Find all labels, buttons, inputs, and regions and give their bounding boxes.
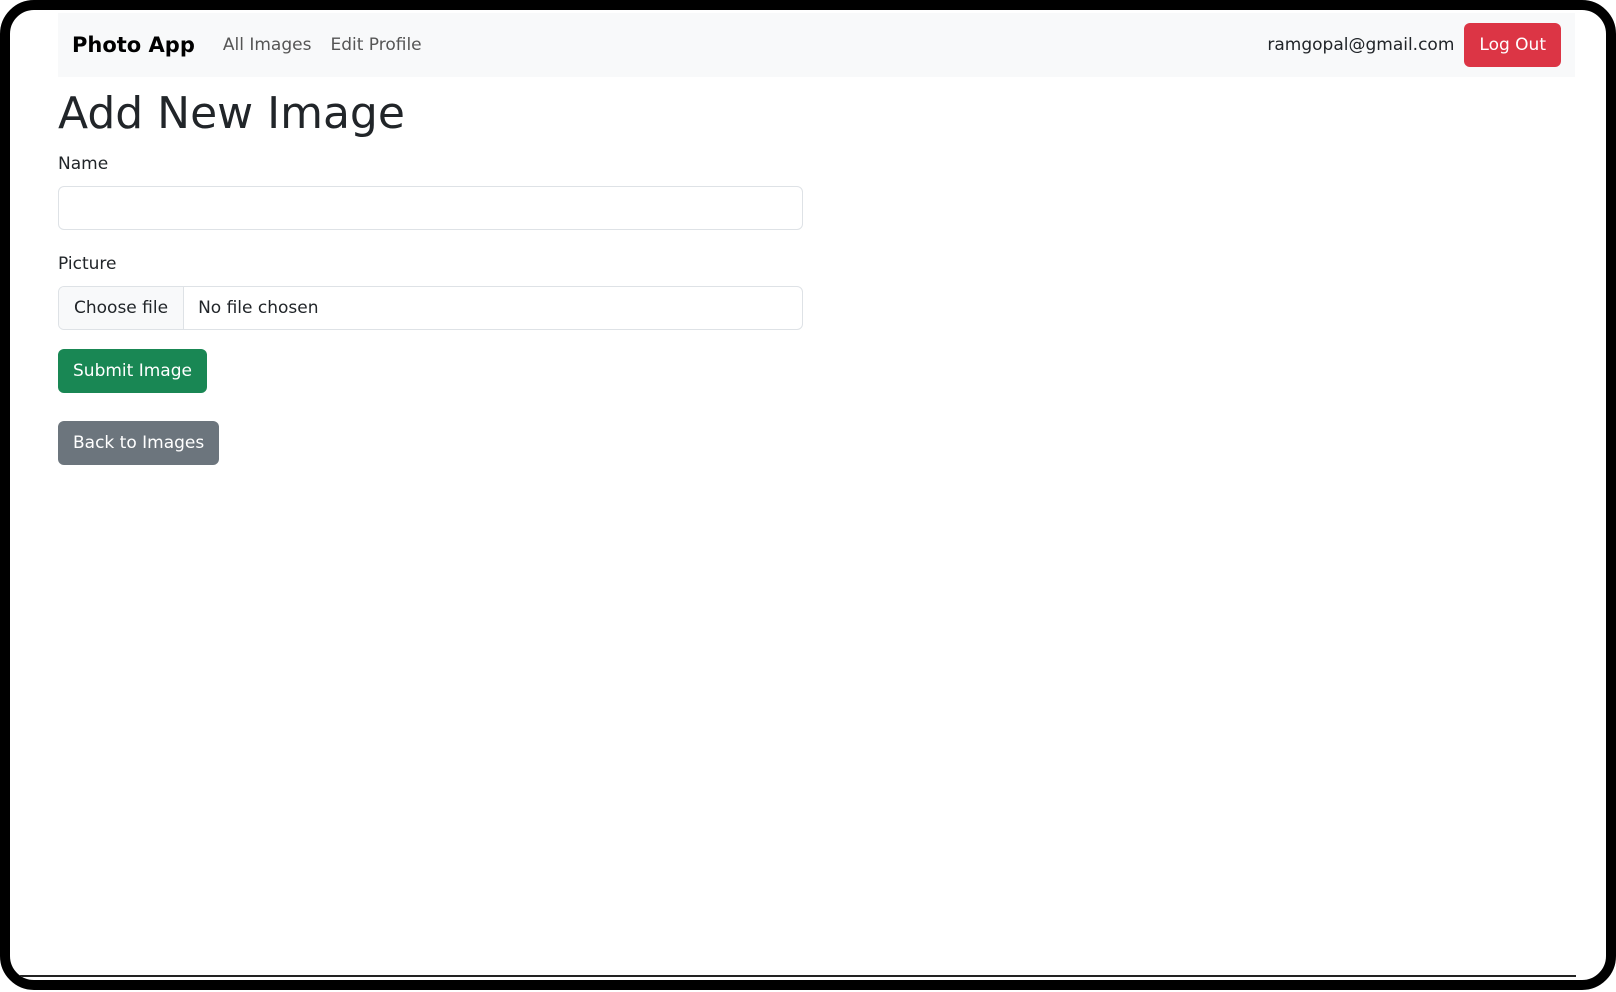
brand-link[interactable]: Photo App [72, 33, 195, 57]
name-label: Name [58, 154, 109, 174]
logout-button[interactable]: Log Out [1464, 23, 1561, 67]
user-email: ramgopal@gmail.com [1267, 35, 1455, 55]
submit-image-button[interactable]: Submit Image [58, 349, 207, 393]
picture-label: Picture [58, 254, 117, 274]
choose-file-button[interactable]: Choose file [59, 287, 185, 329]
name-input[interactable] [58, 186, 803, 230]
nav-link-edit-profile[interactable]: Edit Profile [330, 35, 421, 55]
window-frame: Photo App All Images Edit Profile ramgop… [0, 0, 1616, 990]
file-status: No file chosen [198, 298, 319, 318]
main-content: Add New Image Name Picture Choose file N… [58, 88, 803, 465]
divider [20, 975, 1576, 977]
nav-link-all-images[interactable]: All Images [223, 35, 312, 55]
picture-file-input[interactable]: Choose file No file chosen [58, 286, 803, 330]
back-to-images-button[interactable]: Back to Images [58, 421, 220, 465]
page-title: Add New Image [58, 88, 405, 139]
navbar: Photo App All Images Edit Profile ramgop… [58, 13, 1575, 77]
